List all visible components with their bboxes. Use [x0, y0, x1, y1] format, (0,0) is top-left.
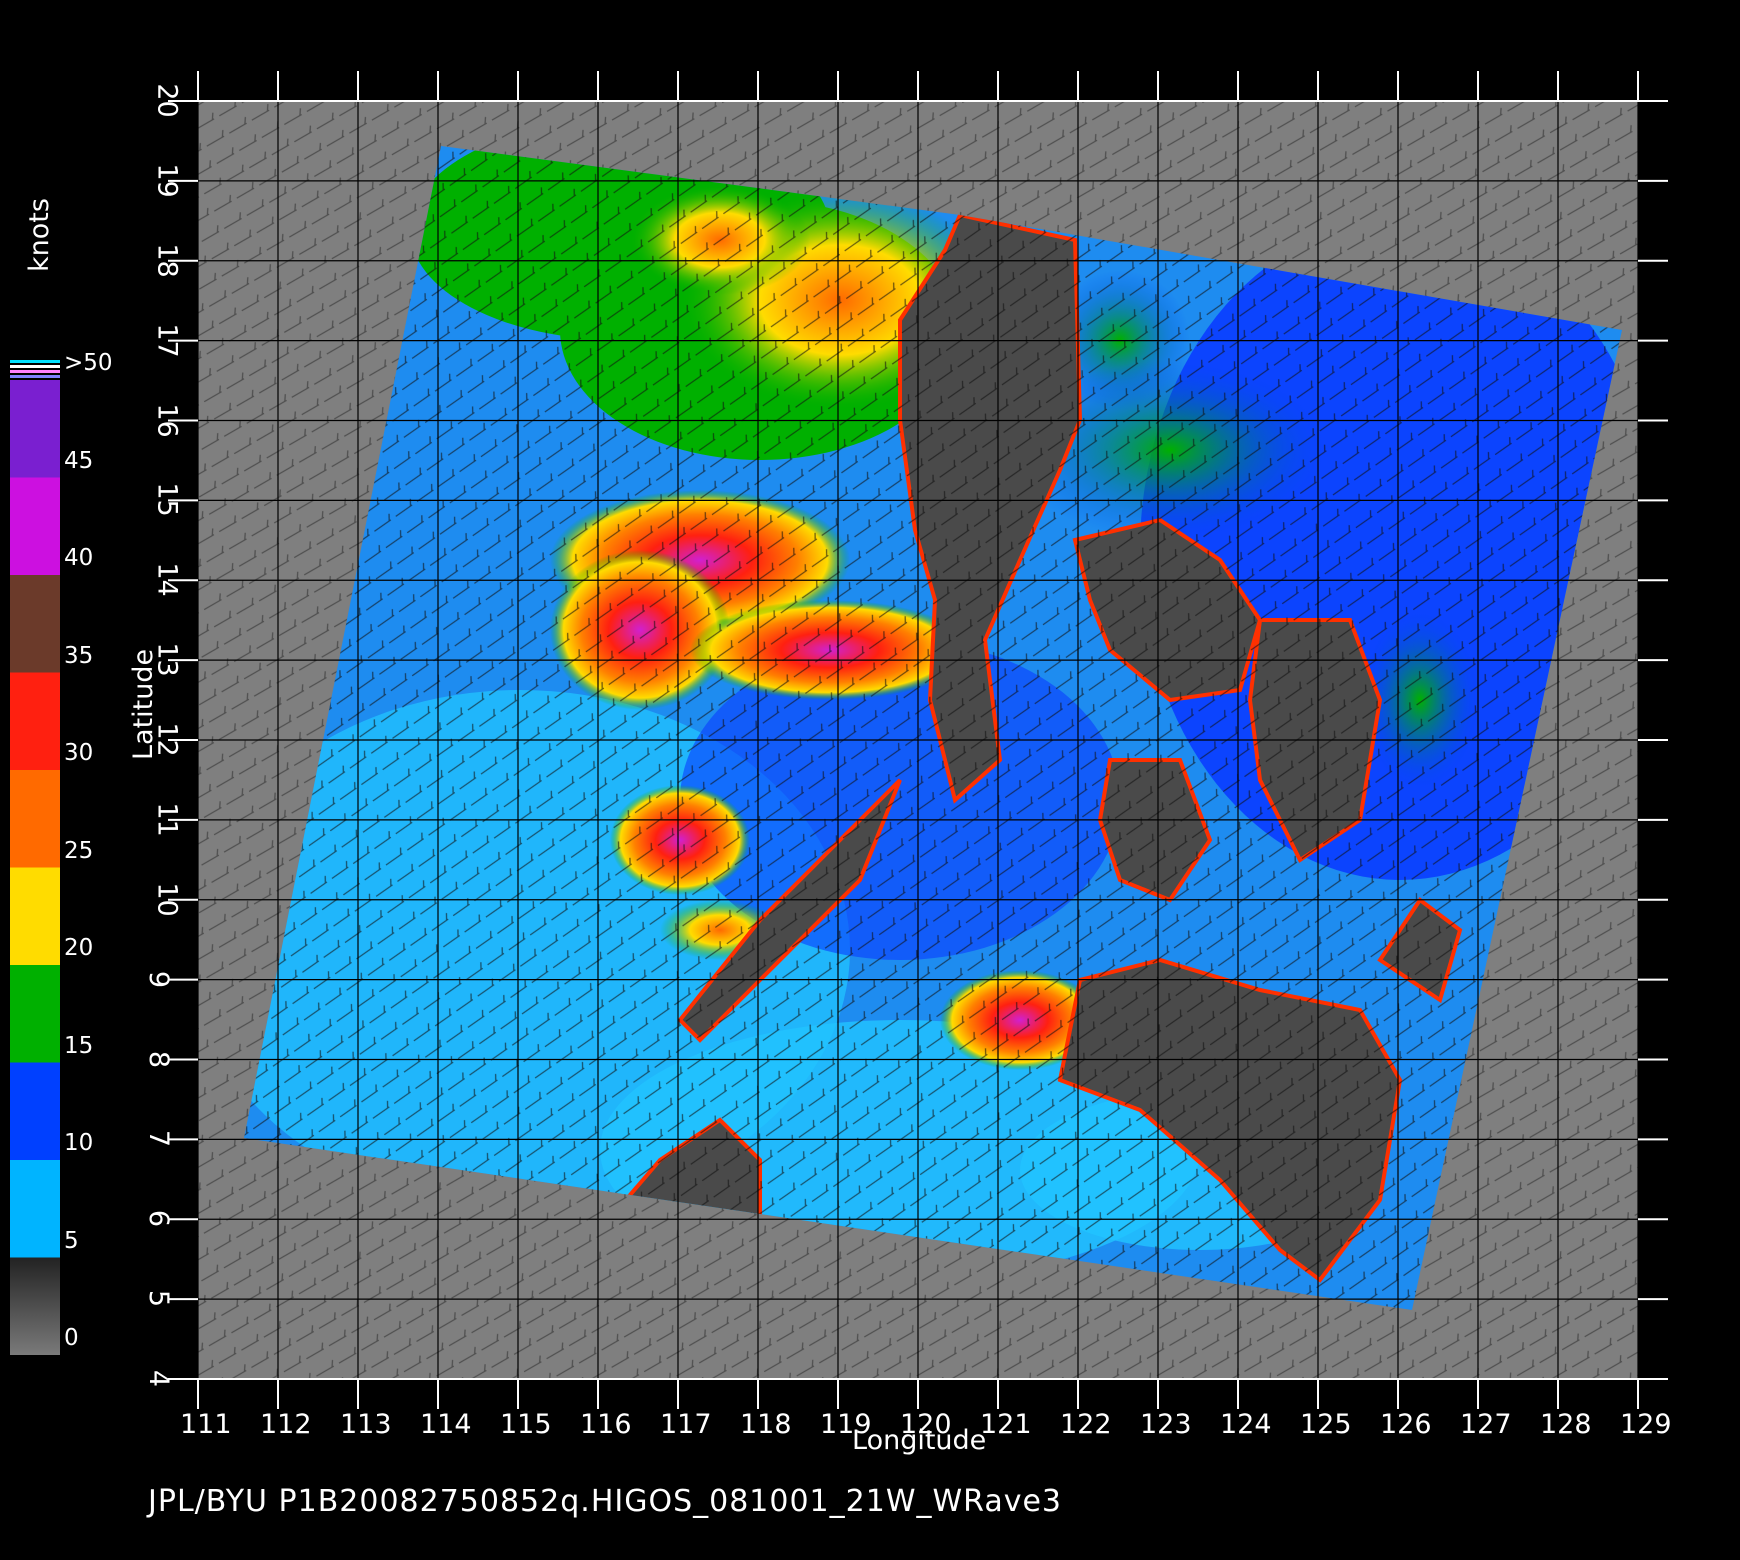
lon-tick-label: 117 [660, 1409, 712, 1440]
lon-tick-label: 121 [980, 1409, 1032, 1440]
colorbar-band [10, 770, 60, 868]
lon-tick-label: 122 [1060, 1409, 1112, 1440]
colorbar-label: 30 [64, 740, 94, 766]
lon-tick-label: 126 [1380, 1409, 1432, 1440]
colorbar-label: 25 [64, 837, 94, 864]
colorbar-band [10, 477, 60, 575]
x-axis-label: Longitude [852, 1425, 987, 1456]
wind-speed-colorbar [10, 380, 60, 1355]
colorbar-label: 5 [64, 1227, 79, 1254]
lon-tick-label: 113 [340, 1409, 392, 1440]
colorbar-label: 10 [64, 1130, 94, 1156]
lon-tick-label: 118 [740, 1409, 792, 1440]
lat-tick-label: 18 [151, 243, 183, 278]
colorbar-label: 20 [64, 935, 94, 961]
lon-tick-label: 125 [1300, 1409, 1352, 1440]
lon-tick-label: 127 [1460, 1409, 1512, 1440]
lat-tick-label: 14 [151, 562, 183, 597]
lon-tick-label: 128 [1540, 1409, 1592, 1440]
colorbar-label: 45 [64, 447, 94, 474]
lat-tick-label: 16 [151, 402, 183, 438]
lon-tick-label: 112 [260, 1409, 312, 1440]
footer-product-id: JPL/BYU P1B20082750852q.HIGOS_081001_21W… [148, 1484, 1063, 1519]
colorbar-band [10, 575, 60, 673]
lon-tick-label: 114 [420, 1409, 472, 1440]
lat-tick-label: 11 [151, 802, 183, 837]
colorbar-label: >50 [64, 350, 113, 376]
wind-map [10, 71, 1668, 1409]
colorbar-band [10, 672, 60, 770]
colorbar-band [10, 380, 60, 478]
lon-tick-label: 111 [180, 1409, 232, 1440]
lat-tick-label: 4 [143, 1369, 175, 1388]
lat-tick-label: 17 [151, 322, 183, 358]
lat-tick-label: 20 [151, 83, 183, 118]
colorbar-top-markers [10, 360, 60, 378]
lat-tick-label: 19 [151, 163, 183, 198]
colorbar-band [10, 1257, 60, 1355]
colorbar-band [10, 1062, 60, 1160]
colorbar-title: knots [24, 198, 55, 272]
lat-tick-label: 6 [143, 1210, 175, 1228]
y-axis-label: Latitude [128, 648, 159, 760]
lon-tick-label: 115 [500, 1409, 552, 1440]
lon-tick-label: 129 [1620, 1409, 1672, 1440]
lat-tick-label: 10 [151, 882, 183, 917]
colorbar-band [10, 965, 60, 1063]
colorbar-label: 35 [64, 642, 94, 669]
lat-tick-label: 8 [143, 1050, 175, 1068]
lat-tick-label: 7 [143, 1130, 175, 1148]
lon-tick-label: 123 [1140, 1409, 1192, 1440]
lon-tick-label: 124 [1220, 1409, 1272, 1440]
lat-tick-label: 5 [143, 1290, 175, 1308]
colorbar-band [10, 867, 60, 965]
colorbar-label: 0 [64, 1325, 79, 1351]
lat-tick-label: 9 [143, 970, 175, 988]
lat-tick-label: 15 [151, 482, 183, 518]
colorbar-label: 40 [64, 545, 94, 571]
colorbar-label: 15 [64, 1032, 94, 1059]
lon-tick-label: 116 [580, 1409, 632, 1440]
colorbar-band [10, 1160, 60, 1258]
